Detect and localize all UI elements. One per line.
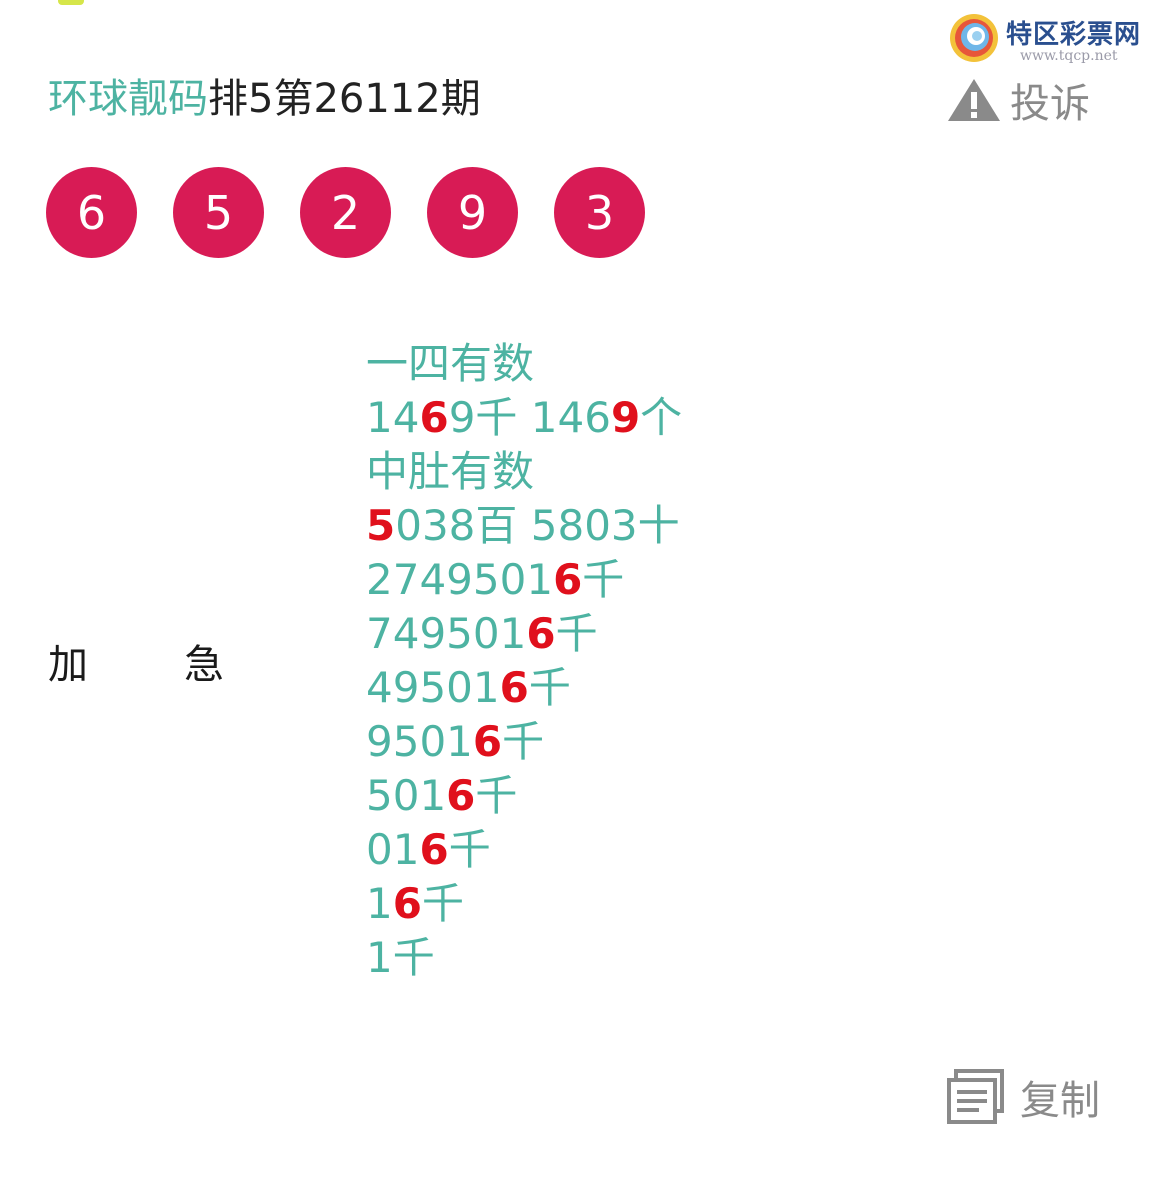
line-text: 9501	[366, 717, 473, 766]
result-balls: 65293	[46, 167, 645, 258]
post-title: 环球靓码排5第26112期	[48, 70, 481, 128]
line-text: 1千	[366, 933, 435, 982]
line-text: 9千 146	[448, 393, 611, 442]
prediction-line: 1469千 1469个	[366, 391, 682, 445]
line-text: 千	[502, 717, 545, 766]
watermark-site-name: 特区彩票网	[1006, 20, 1142, 50]
report-label: 投诉	[1010, 81, 1090, 127]
prediction-line: 中肚有数	[366, 445, 682, 499]
result-ball: 2	[300, 167, 391, 258]
copy-button[interactable]: 复制	[946, 1066, 1100, 1128]
result-ball: 6	[46, 167, 137, 258]
post-title-brand: 环球靓码	[48, 76, 208, 122]
side-label-first: 加	[48, 642, 88, 688]
line-text: 749501	[366, 609, 527, 658]
highlighted-digit: 6	[553, 555, 583, 604]
prediction-text: 一四有数 1469千 1469个 中肚有数 5038百 5803十 27495016千 7…	[366, 337, 682, 985]
highlighted-digit: 6	[446, 771, 476, 820]
post-title-issue: 排5第26112期	[208, 76, 481, 122]
prediction-line: 016千	[366, 823, 682, 877]
prediction-line: 95016千	[366, 715, 682, 769]
prediction-line: 16千	[366, 877, 682, 931]
highlighted-digit: 6	[419, 825, 449, 874]
prediction-line: 495016千	[366, 661, 682, 715]
highlighted-digit: 6	[499, 663, 529, 712]
report-button[interactable]: 投诉	[946, 72, 1090, 128]
highlighted-digit: 6	[392, 879, 422, 928]
result-ball: 3	[554, 167, 645, 258]
highlighted-digit: 5	[366, 501, 396, 550]
line-text: 2749501	[366, 555, 554, 604]
highlighted-digit: 9	[610, 393, 641, 442]
line-text: 个	[640, 393, 683, 442]
prediction-line: 5016千	[366, 769, 682, 823]
watermark: 特区彩票网 www.tqcp.net	[948, 8, 1148, 70]
prediction-line: 1千	[366, 931, 682, 985]
line-text: 千	[448, 825, 491, 874]
line-text: 千	[421, 879, 464, 928]
prediction-line: 27495016千	[366, 553, 682, 607]
line-text: 千	[555, 609, 598, 658]
line-text: 038百 5803十	[395, 501, 680, 550]
line-text: 14	[366, 393, 420, 442]
prediction-line: 7495016千	[366, 607, 682, 661]
line-text: 中肚有数	[366, 447, 535, 496]
line-text: 49501	[366, 663, 500, 712]
watermark-site-url: www.tqcp.net	[1020, 48, 1118, 64]
side-label-second: 急	[184, 642, 224, 688]
prediction-line: 5038百 5803十	[366, 499, 682, 553]
line-text: 501	[366, 771, 447, 820]
result-ball: 5	[173, 167, 264, 258]
highlighted-digit: 6	[472, 717, 503, 766]
copy-label: 复制	[1020, 1078, 1100, 1124]
top-edge-mark	[58, 0, 84, 5]
highlighted-digit: 6	[419, 393, 449, 442]
line-text: 千	[528, 663, 571, 712]
line-text: 千	[475, 771, 518, 820]
copy-document-icon	[947, 1069, 1004, 1124]
result-ball: 9	[427, 167, 518, 258]
line-text: 1	[366, 879, 393, 928]
line-text: 一四有数	[366, 339, 535, 388]
tqcp-logo-icon	[950, 14, 998, 62]
line-text: 千	[582, 555, 625, 604]
line-text: 01	[366, 825, 420, 874]
highlighted-digit: 6	[526, 609, 556, 658]
prediction-line: 一四有数	[366, 337, 682, 391]
warning-triangle-icon	[948, 79, 1000, 121]
